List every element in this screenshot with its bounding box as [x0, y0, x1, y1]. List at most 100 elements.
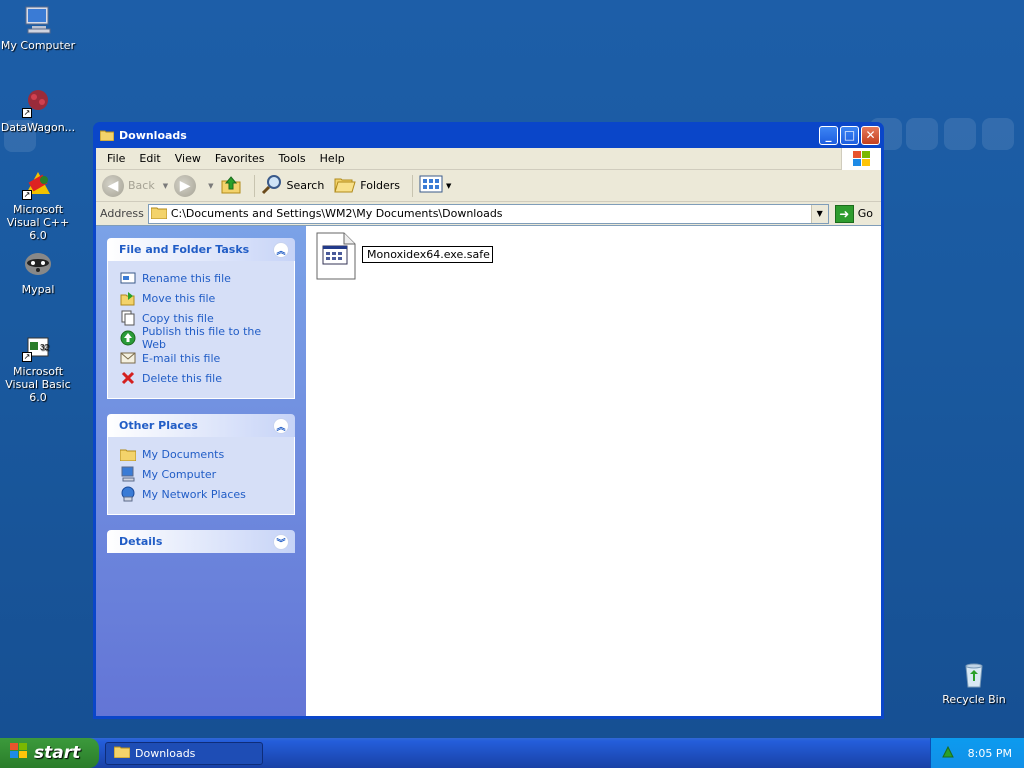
windows-flag-icon: [841, 148, 881, 170]
back-label: Back: [128, 179, 155, 192]
panel-header[interactable]: File and Folder Tasks ︽: [107, 238, 295, 261]
task-label: Copy this file: [142, 311, 214, 325]
window-titlebar[interactable]: Downloads _ □ ✕: [96, 122, 881, 148]
menu-favorites[interactable]: Favorites: [208, 150, 272, 167]
task-label: Delete this file: [142, 371, 222, 385]
desktop-icon-visual-basic[interactable]: 32 ↗ Microsoft Visual Basic 6.0: [0, 330, 78, 404]
bg-square: [944, 118, 976, 150]
task-label: Publish this file to the Web: [142, 325, 262, 351]
move-icon: [120, 290, 136, 306]
bg-square: [982, 118, 1014, 150]
task-label: Rename this file: [142, 271, 231, 285]
address-bar: Address C:\Documents and Settings\WM2\My…: [96, 202, 881, 225]
search-label: Search: [286, 179, 325, 192]
minimize-button[interactable]: _: [819, 125, 838, 145]
place-my-computer[interactable]: My Computer: [120, 464, 282, 484]
panel-header[interactable]: Details ︾: [107, 530, 295, 553]
network-icon: [120, 486, 136, 502]
desktop-icon-label: Recycle Bin: [942, 693, 1006, 706]
computer-icon: [120, 466, 136, 482]
desktop-icon-label: DataWagon...: [0, 121, 76, 134]
maximize-button[interactable]: □: [840, 125, 859, 145]
go-label: Go: [857, 207, 873, 220]
place-my-network-places[interactable]: My Network Places: [120, 484, 282, 504]
collapse-icon: ︽: [273, 242, 289, 258]
folder-icon: [99, 129, 115, 142]
details-panel: Details ︾: [107, 530, 295, 553]
computer-icon: [22, 4, 54, 36]
desktop-icon-label: Microsoft Visual C++ 6.0: [6, 203, 70, 242]
desktop-icon-my-computer[interactable]: My Computer: [0, 4, 78, 52]
standard-toolbar: ◀ Back ▼ ▶ ▼ Search Folders ▼: [96, 170, 881, 202]
place-my-documents[interactable]: My Documents: [120, 444, 282, 464]
explorer-window: Downloads _ □ ✕ File Edit View Favorites…: [93, 122, 884, 719]
place-label: My Documents: [142, 447, 225, 461]
mypal-icon: [22, 248, 54, 280]
task-publish-file[interactable]: Publish this file to the Web: [120, 325, 282, 351]
desktop-icon-recycle-bin[interactable]: Recycle Bin: [934, 658, 1014, 706]
panel-title: Other Places: [119, 419, 198, 432]
address-value: C:\Documents and Settings\WM2\My Documen…: [170, 207, 503, 220]
clock[interactable]: 8:05 PM: [968, 747, 1012, 760]
place-label: My Network Places: [142, 487, 246, 501]
rename-file-input[interactable]: Monoxidex64.exe.safe: [362, 246, 493, 263]
start-button[interactable]: start: [0, 738, 99, 768]
file-item[interactable]: Monoxidex64.exe.safe: [316, 232, 493, 280]
folders-button[interactable]: Folders: [334, 174, 400, 197]
forward-arrow-icon: ▶: [174, 174, 197, 197]
menu-tools[interactable]: Tools: [272, 150, 313, 167]
task-rename-file[interactable]: Rename this file: [120, 268, 282, 288]
task-delete-file[interactable]: Delete this file: [120, 368, 282, 388]
folders-label: Folders: [360, 179, 401, 192]
desktop-icon-label: My Computer: [0, 39, 76, 52]
back-button[interactable]: ◀ Back: [102, 174, 155, 197]
collapse-icon: ︽: [273, 418, 289, 434]
menu-view[interactable]: View: [168, 150, 208, 167]
desktop-icon-mypal[interactable]: Mypal: [0, 248, 78, 296]
task-move-file[interactable]: Move this file: [120, 288, 282, 308]
address-input[interactable]: C:\Documents and Settings\WM2\My Documen…: [147, 203, 829, 224]
taskbar-button-downloads[interactable]: Downloads: [105, 741, 263, 765]
file-list-area[interactable]: Monoxidex64.exe.safe: [306, 226, 881, 716]
taskbar-button-label: Downloads: [135, 746, 196, 760]
visual-cpp-icon: ↗: [22, 168, 54, 200]
rename-icon: [120, 270, 136, 286]
task-label: E-mail this file: [142, 351, 221, 365]
bg-square: [906, 118, 938, 150]
start-label: start: [34, 743, 81, 763]
back-dropdown-icon[interactable]: ▼: [163, 182, 168, 190]
file-icon: [316, 232, 356, 280]
minimize-icon: _: [825, 128, 832, 142]
desktop-icon-visual-cpp[interactable]: ↗ Microsoft Visual C++ 6.0: [0, 168, 78, 242]
forward-dropdown-icon[interactable]: ▼: [208, 182, 213, 190]
delete-icon: [120, 370, 136, 386]
views-dropdown-icon: ▼: [446, 181, 452, 190]
taskbar: start Downloads 8:05 PM: [0, 738, 1024, 768]
menu-help[interactable]: Help: [313, 150, 352, 167]
menu-file[interactable]: File: [100, 150, 132, 167]
search-icon: [261, 173, 283, 198]
close-button[interactable]: ✕: [861, 125, 880, 145]
forward-button[interactable]: ▶: [174, 174, 200, 197]
search-button[interactable]: Search: [261, 173, 325, 198]
folder-icon: [113, 745, 131, 761]
up-folder-icon: [220, 173, 242, 198]
toolbar-separator: [253, 174, 255, 197]
menu-edit[interactable]: Edit: [132, 150, 167, 167]
address-dropdown-button[interactable]: ▼: [810, 204, 828, 223]
desktop-icon-datawagon[interactable]: ↗ DataWagon...: [0, 86, 78, 134]
views-button[interactable]: ▼: [419, 175, 457, 196]
up-button[interactable]: [220, 173, 242, 198]
panel-title: Details: [119, 535, 163, 548]
safely-remove-icon[interactable]: [941, 745, 955, 762]
close-icon: ✕: [865, 128, 876, 142]
folder-icon: [150, 206, 168, 222]
expand-icon: ︾: [273, 534, 289, 550]
file-folder-tasks-panel: File and Folder Tasks ︽ Rename this file…: [107, 238, 295, 399]
panel-header[interactable]: Other Places ︽: [107, 414, 295, 437]
toolbar-separator: [412, 174, 414, 197]
go-button[interactable]: ➜ Go: [834, 204, 873, 223]
folder-icon: [120, 446, 136, 462]
task-email-file[interactable]: E-mail this file: [120, 348, 282, 368]
email-icon: [120, 350, 136, 366]
